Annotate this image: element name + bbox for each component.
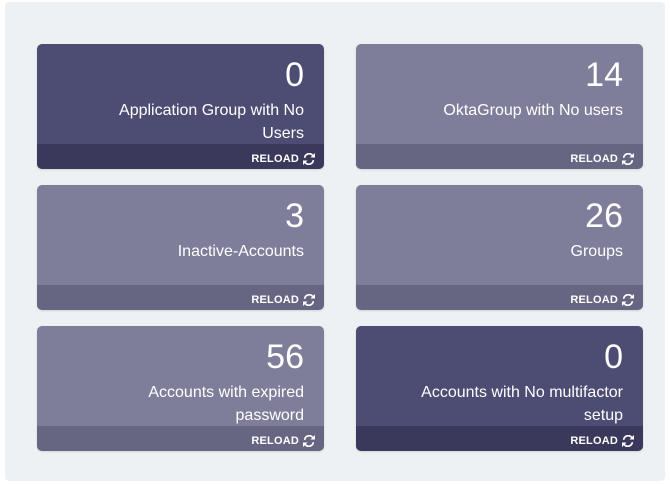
stat-label: Application Group with No Users	[119, 102, 304, 142]
reload-button[interactable]: RELOAD	[570, 153, 634, 165]
stat-count: 0	[285, 56, 304, 94]
reload-button[interactable]: RELOAD	[251, 294, 315, 306]
reload-button[interactable]: RELOAD	[570, 294, 634, 306]
reload-label: RELOAD	[251, 153, 299, 165]
refresh-icon	[303, 294, 315, 306]
stat-label: Groups	[570, 243, 623, 260]
refresh-icon	[303, 435, 315, 447]
stat-card-oktagroup-no-users: 14 OktaGroup with No users RELOAD	[356, 44, 643, 169]
reload-label: RELOAD	[570, 153, 618, 165]
stat-count: 0	[604, 338, 623, 376]
stat-card-no-multifactor: 0 Accounts with No multifactor setup REL…	[356, 326, 643, 451]
stat-count: 3	[285, 197, 304, 235]
refresh-icon	[303, 153, 315, 165]
reload-label: RELOAD	[251, 294, 299, 306]
stat-label: OktaGroup with No users	[443, 102, 623, 119]
reload-label: RELOAD	[251, 435, 299, 447]
stat-label: Inactive-Accounts	[177, 243, 304, 260]
reload-button[interactable]: RELOAD	[251, 435, 315, 447]
reload-button[interactable]: RELOAD	[570, 435, 634, 447]
stat-label: Accounts with No multifactor setup	[421, 384, 623, 424]
stat-label: Accounts with expired password	[148, 384, 304, 424]
stat-card-expired-password: 56 Accounts with expired password RELOAD	[37, 326, 324, 451]
stat-card-groups: 26 Groups RELOAD	[356, 185, 643, 310]
dashboard-panel: 0 Application Group with No Users RELOAD…	[5, 2, 665, 481]
refresh-icon	[622, 435, 634, 447]
stat-card-application-group-no-users: 0 Application Group with No Users RELOAD	[37, 44, 324, 169]
reload-label: RELOAD	[570, 294, 618, 306]
refresh-icon	[622, 294, 634, 306]
stat-count: 26	[585, 197, 623, 235]
reload-button[interactable]: RELOAD	[251, 153, 315, 165]
reload-label: RELOAD	[570, 435, 618, 447]
refresh-icon	[622, 153, 634, 165]
stat-count: 56	[266, 338, 304, 376]
stat-card-inactive-accounts: 3 Inactive-Accounts RELOAD	[37, 185, 324, 310]
stat-count: 14	[585, 56, 623, 94]
